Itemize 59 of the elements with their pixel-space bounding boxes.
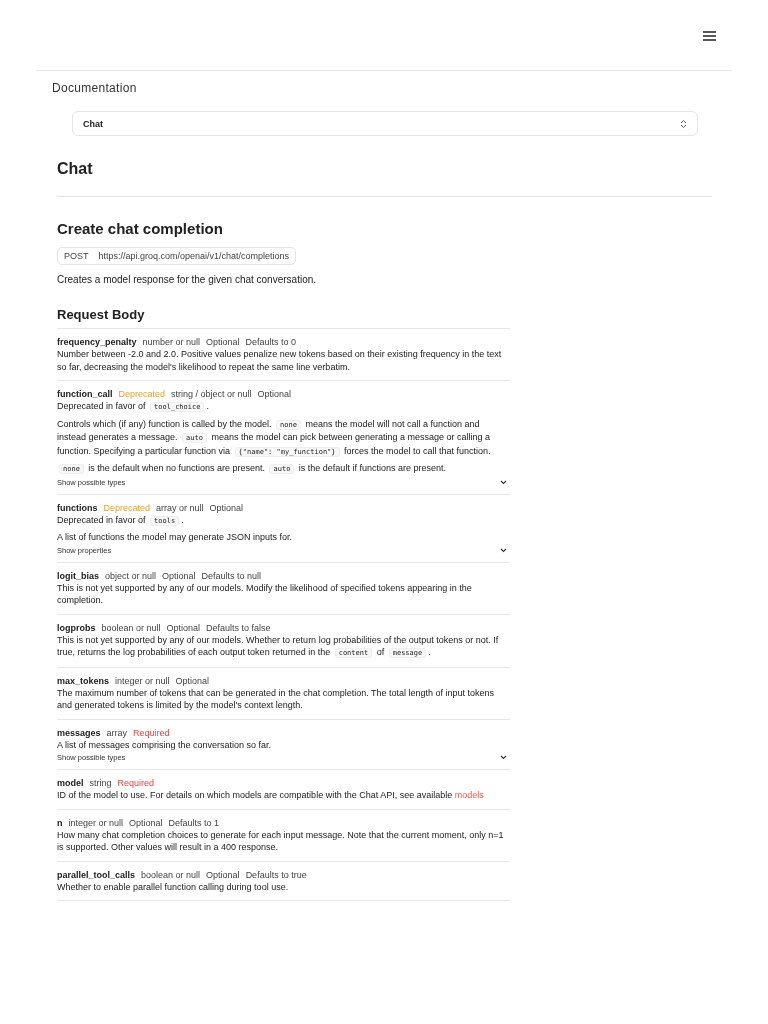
param-description: How many chat completion choices to generate for each input message. Note that the current moment, only n=1 is supported. Other values will result in a 400 response. — [57, 828, 505, 854]
param-type: boolean or null — [141, 869, 201, 880]
param-requirement: Optional — [257, 389, 292, 399]
param-default: Defaults to null — [201, 570, 262, 581]
param-requirement: Optional — [129, 817, 163, 828]
param-requirement: Optional — [166, 622, 201, 633]
param-description: A list of messages comprising the conversation so far. — [57, 738, 273, 751]
param-name: max_tokens — [57, 675, 110, 686]
chevron-updown-icon — [680, 118, 687, 129]
models-link[interactable]: models — [454, 790, 484, 800]
param-type: integer or null — [115, 675, 170, 686]
param-requirement: Optional — [209, 502, 244, 513]
param-description: This is not yet supported by any of our models. Modify the likelihood of specified tokens appearing in the completion. — [57, 581, 473, 607]
endpoint-url: https://api.groq.com/openai/v1/chat/completions — [98, 251, 290, 261]
param-name: messages — [57, 727, 101, 738]
param-description: Number between -2.0 and 2.0. Positive values penalize new tokens based on their existing frequency in the text so far, decreasing the model's likelihood to repeat the same line verbatim. — [57, 348, 503, 373]
deprecated-label: Deprecated — [118, 389, 166, 399]
param-requirement: Optional — [175, 675, 210, 686]
param-name: logprobs — [57, 622, 96, 633]
param-default: Defaults to false — [206, 622, 271, 633]
section-title: Documentation — [52, 81, 138, 95]
param-type: boolean or null — [101, 622, 161, 633]
param-description: ID of the model to use. For details on which models are compatible with the Chat API, see available models — [57, 789, 485, 802]
param-name: model — [57, 778, 84, 788]
param-requirement: Optional — [206, 337, 240, 347]
param-type: string / object or null — [171, 389, 252, 399]
param-type: array or null — [156, 502, 204, 513]
param-description: A list of functions the model may generate JSON inputs for. — [57, 531, 294, 544]
param-name: logit_bias — [57, 570, 99, 581]
chevron-down-icon — [500, 547, 507, 553]
param-requirement: Optional — [206, 869, 240, 880]
param-requirement: Required — [117, 778, 155, 788]
param-name: function_call — [57, 389, 113, 399]
menu-icon[interactable] — [703, 31, 716, 41]
param-type: array — [106, 727, 128, 738]
param-default: Defaults to 0 — [245, 337, 297, 347]
param-default: Defaults to true — [245, 869, 307, 880]
endpoint-description: Creates a model response for the given chat conversation. — [57, 274, 318, 285]
param-type: object or null — [105, 570, 157, 581]
deprecated-label: Deprecated — [103, 502, 151, 513]
request-body-title: Request Body — [57, 307, 510, 329]
endpoint-title: Create chat completion — [57, 220, 224, 237]
http-method: POST — [64, 251, 89, 261]
param-name: n — [57, 817, 63, 828]
param-type: number or null — [142, 337, 201, 347]
chevron-down-icon — [500, 479, 507, 485]
param-requirement: Required — [133, 727, 170, 738]
param-name: functions — [57, 502, 98, 513]
param-default: Defaults to 1 — [168, 817, 220, 828]
param-requirement: Optional — [162, 570, 196, 581]
param-type: integer or null — [68, 817, 124, 828]
chevron-down-icon — [500, 755, 507, 760]
param-description: The maximum number of tokens that can be generated in the chat completion. The total length of input tokens and generated tokens is limited by the model's context length. — [57, 686, 496, 712]
param-description: Whether to enable parallel function calling during tool use. — [57, 880, 290, 893]
page-title: Chat — [57, 160, 94, 178]
param-name: frequency_penalty — [57, 337, 137, 347]
page-select[interactable]: Chat — [72, 111, 698, 136]
param-name: parallel_tool_calls — [57, 869, 136, 880]
param-type: string — [89, 778, 112, 788]
